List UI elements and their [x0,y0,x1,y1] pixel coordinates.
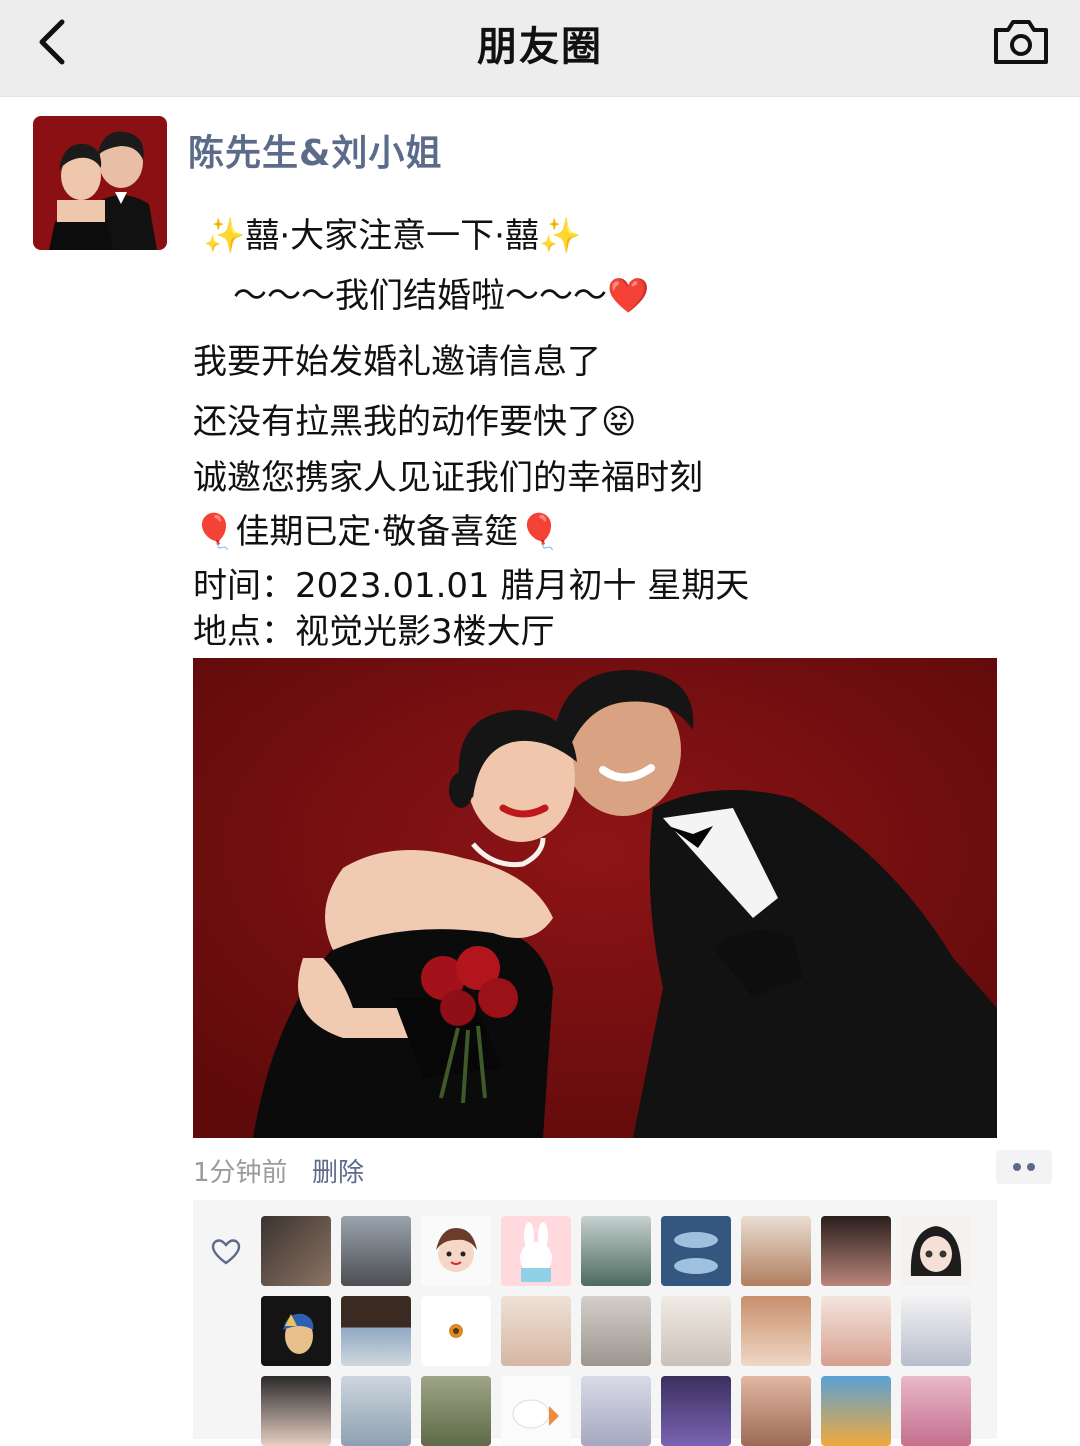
delete-link[interactable]: 删除 [312,1152,364,1189]
liker-avatar[interactable] [581,1216,651,1286]
liker-avatar[interactable] [741,1376,811,1446]
text-line-7: 时间：2023.01.01 腊月初十 星期天 [193,566,750,606]
liker-avatar[interactable] [901,1296,971,1366]
camera-icon [994,20,1048,64]
post-photo[interactable] [193,658,997,1138]
text-line-1: ✨囍·大家注意一下·囍✨ [203,216,582,256]
liker-avatar[interactable] [661,1376,731,1446]
text-line-8: 地点：视觉光影3楼大厅 [193,612,555,652]
text-line-3: 我要开始发婚礼邀请信息了 [193,342,601,382]
liker-avatar[interactable] [581,1376,651,1446]
text-line-6: 🎈佳期已定·敬备喜筵🎈 [193,512,561,552]
liker-avatar[interactable] [821,1296,891,1366]
text-line-2: ～～～我们结婚啦～～～❤️ [233,276,650,316]
liker-avatar[interactable] [901,1216,971,1286]
author-avatar[interactable] [33,116,167,250]
likes-panel [193,1200,997,1446]
liker-avatar[interactable] [261,1296,331,1366]
liker-avatar[interactable] [341,1216,411,1286]
more-actions-button[interactable] [996,1150,1052,1184]
dot-icon [1027,1163,1035,1171]
liker-avatar[interactable] [501,1216,571,1286]
liker-avatar[interactable] [741,1216,811,1286]
liker-avatar[interactable] [581,1296,651,1366]
camera-button[interactable] [990,14,1052,70]
liker-avatar[interactable] [341,1376,411,1446]
dot-icon [1013,1163,1021,1171]
liker-avatar[interactable] [821,1376,891,1446]
liker-avatar[interactable] [821,1216,891,1286]
post-time: 1分钟前 [193,1158,288,1188]
liker-avatar[interactable] [741,1296,811,1366]
liker-avatar[interactable] [421,1376,491,1446]
heart-outline-icon [211,1239,241,1265]
liker-avatar[interactable] [501,1376,571,1446]
nav-bar: 朋友圈 [0,0,1080,97]
text-line-4: 还没有拉黑我的动作要快了😝 [193,402,637,442]
text-line-5: 诚邀您携家人见证我们的幸福时刻 [193,458,703,498]
liker-avatar[interactable] [421,1216,491,1286]
liker-avatar[interactable] [421,1296,491,1366]
liker-avatar[interactable] [261,1376,331,1446]
liker-avatar[interactable] [661,1296,731,1366]
liker-avatar[interactable] [901,1376,971,1446]
page-title: 朋友圈 [477,24,603,70]
couple-avatar-image [33,116,167,250]
wedding-photo-image [193,658,997,1138]
liker-avatar[interactable] [341,1296,411,1366]
liker-avatar[interactable] [501,1296,571,1366]
liker-avatar[interactable] [261,1216,331,1286]
author-name[interactable]: 陈先生&刘小姐 [188,124,442,176]
liker-avatar[interactable] [661,1216,731,1286]
